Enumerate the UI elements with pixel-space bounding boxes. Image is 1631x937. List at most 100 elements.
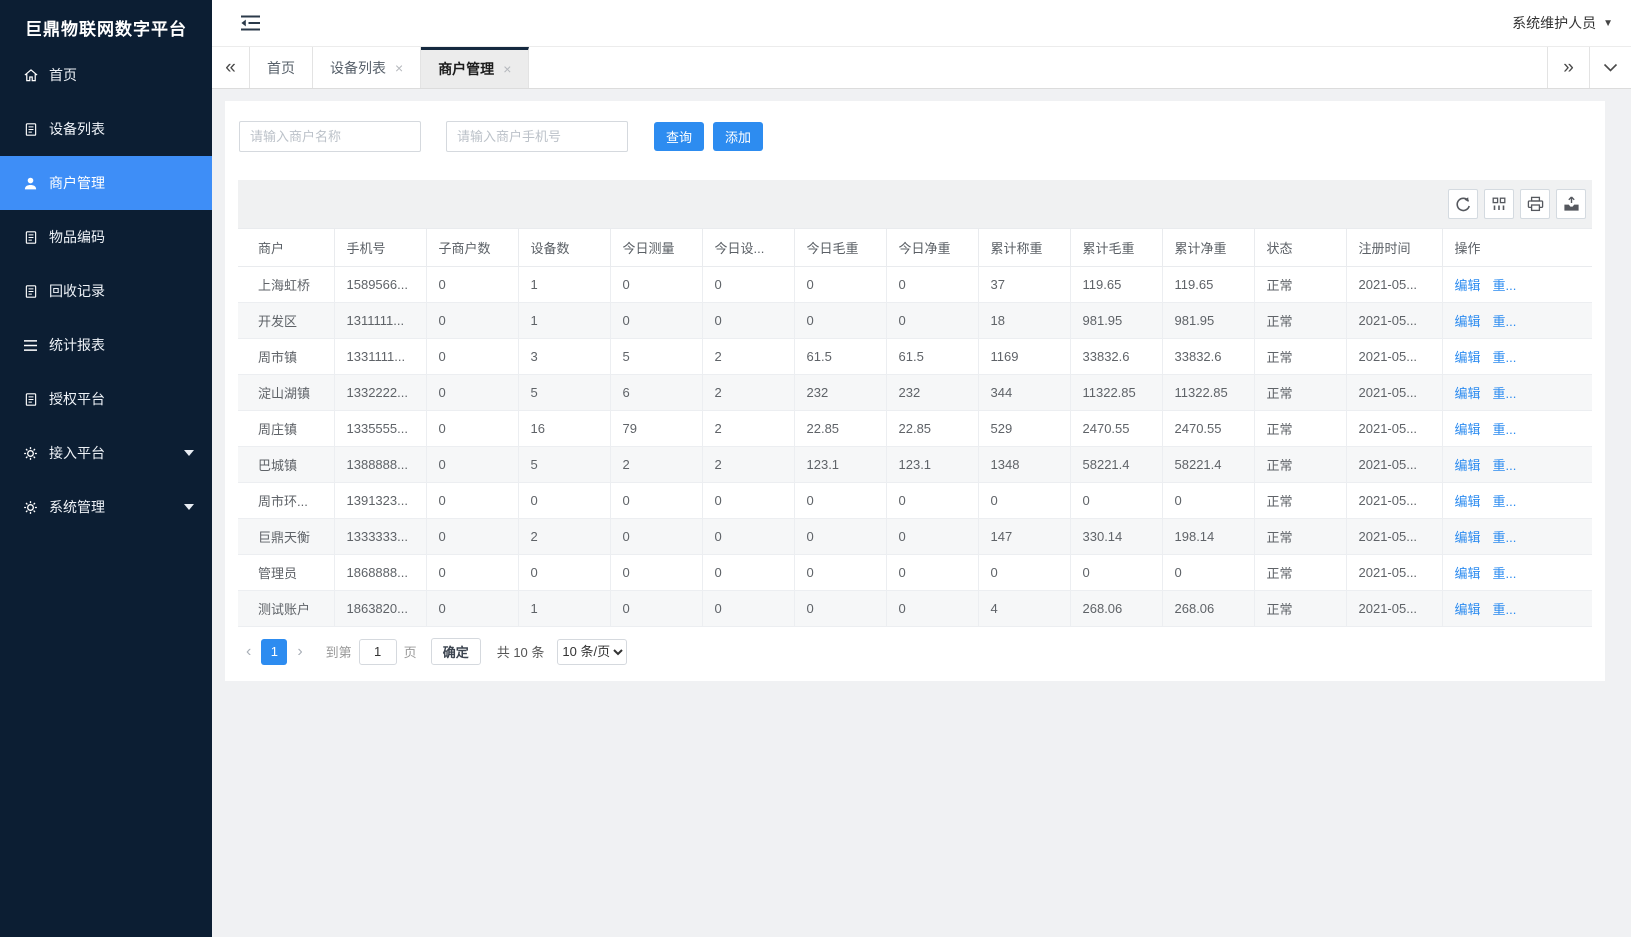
table-cell: 0 <box>426 519 518 555</box>
table-cell: 79 <box>610 411 702 447</box>
tab-home[interactable]: 首页 <box>250 47 313 88</box>
table-cell: 0 <box>978 483 1070 519</box>
page-number[interactable]: 1 <box>261 639 287 665</box>
add-button[interactable]: 添加 <box>713 122 763 151</box>
merchant-name-input[interactable] <box>239 121 421 152</box>
table-cell-actions: 编辑重... <box>1442 375 1592 411</box>
edit-link[interactable]: 编辑 <box>1455 566 1481 581</box>
column-header: 商户 <box>238 229 334 267</box>
sidebar-item-label: 统计报表 <box>49 335 105 355</box>
edit-link[interactable]: 编辑 <box>1455 278 1481 293</box>
page-size-select[interactable]: 10 条/页 <box>557 639 627 665</box>
edit-link[interactable]: 编辑 <box>1455 530 1481 545</box>
column-header: 设备数 <box>518 229 610 267</box>
table-cell: 5 <box>518 447 610 483</box>
table-cell: 22.85 <box>886 411 978 447</box>
table-cell: 268.06 <box>1162 591 1254 627</box>
confirm-button[interactable]: 确定 <box>431 638 481 665</box>
export-button[interactable] <box>1556 189 1586 219</box>
table-cell: 37 <box>978 267 1070 303</box>
edit-link[interactable]: 编辑 <box>1455 422 1481 437</box>
tabs-scroll-left-icon[interactable]: « <box>212 47 250 88</box>
table-cell: 0 <box>886 483 978 519</box>
caret-down-icon: ▼ <box>1603 18 1613 29</box>
table-cell: 0 <box>426 411 518 447</box>
sidebar-item-merchant-management[interactable]: 商户管理 <box>0 156 212 210</box>
table-cell: 0 <box>886 303 978 339</box>
print-button[interactable] <box>1520 189 1550 219</box>
reset-link[interactable]: 重... <box>1493 458 1517 473</box>
caret-down-icon <box>184 504 194 510</box>
reset-link[interactable]: 重... <box>1493 386 1517 401</box>
table-row: 上海虹桥1589566...01000037119.65119.65正常2021… <box>238 267 1592 303</box>
reset-link[interactable]: 重... <box>1493 422 1517 437</box>
reset-link[interactable]: 重... <box>1493 314 1517 329</box>
table-cell-actions: 编辑重... <box>1442 447 1592 483</box>
sidebar-item-item-code[interactable]: 物品编码 <box>0 210 212 264</box>
goto-page-input[interactable] <box>359 639 397 665</box>
table-row: 淀山湖镇1332222...056223223234411322.8511322… <box>238 375 1592 411</box>
table-row: 周市环...1391323...000000000正常2021-05...编辑重… <box>238 483 1592 519</box>
table-cell-actions: 编辑重... <box>1442 519 1592 555</box>
query-button[interactable]: 查询 <box>654 122 704 151</box>
edit-link[interactable]: 编辑 <box>1455 494 1481 509</box>
tab-device-list[interactable]: 设备列表× <box>313 47 421 88</box>
table-cell: 1388888... <box>334 447 426 483</box>
table-header-row: 商户手机号子商户数设备数今日测量今日设...今日毛重今日净重累计称重累计毛重累计… <box>238 229 1592 267</box>
table-cell: 981.95 <box>1070 303 1162 339</box>
table-cell: 0 <box>794 483 886 519</box>
column-header: 今日净重 <box>886 229 978 267</box>
app-title: 巨鼎物联网数字平台 <box>0 0 212 48</box>
table-cell: 测试账户 <box>238 591 334 627</box>
tabs-menu-chevron-icon[interactable] <box>1589 47 1631 88</box>
table-cell: 2021-05... <box>1346 303 1442 339</box>
table-cell: 正常 <box>1254 519 1346 555</box>
tabs-scroll-right-icon[interactable]: » <box>1547 47 1589 88</box>
table-cell: 0 <box>426 483 518 519</box>
sidebar-item-access-platform[interactable]: 接入平台 <box>0 426 212 480</box>
merchant-phone-input[interactable] <box>446 121 628 152</box>
edit-link[interactable]: 编辑 <box>1455 386 1481 401</box>
table-cell: 2 <box>702 339 794 375</box>
edit-link[interactable]: 编辑 <box>1455 350 1481 365</box>
user-menu[interactable]: 系统维护人员 ▼ <box>1512 13 1613 33</box>
table-cell: 0 <box>426 267 518 303</box>
reset-link[interactable]: 重... <box>1493 602 1517 617</box>
sidebar-item-statistics-report[interactable]: 统计报表 <box>0 318 212 372</box>
table-cell: 2021-05... <box>1346 411 1442 447</box>
sidebar-item-label: 授权平台 <box>49 389 105 409</box>
next-page-icon[interactable]: › <box>290 643 309 661</box>
table-cell: 2021-05... <box>1346 339 1442 375</box>
table-cell: 232 <box>794 375 886 411</box>
sidebar-item-recycle-records[interactable]: 回收记录 <box>0 264 212 318</box>
edit-link[interactable]: 编辑 <box>1455 314 1481 329</box>
reset-link[interactable]: 重... <box>1493 494 1517 509</box>
table-cell: 正常 <box>1254 339 1346 375</box>
reset-link[interactable]: 重... <box>1493 350 1517 365</box>
sidebar-fold-icon[interactable] <box>240 14 261 32</box>
search-row: 查询 添加 <box>238 101 1592 180</box>
column-header: 今日测量 <box>610 229 702 267</box>
tabbar: « 首页设备列表×商户管理× » <box>212 47 1631 89</box>
tab-merchant-management[interactable]: 商户管理× <box>421 47 529 88</box>
reset-link[interactable]: 重... <box>1493 566 1517 581</box>
sidebar-item-home[interactable]: 首页 <box>0 48 212 102</box>
sidebar-item-system-management[interactable]: 系统管理 <box>0 480 212 534</box>
prev-page-icon[interactable]: ‹ <box>239 643 258 661</box>
table-cell: 0 <box>426 339 518 375</box>
sidebar-item-device-list[interactable]: 设备列表 <box>0 102 212 156</box>
edit-link[interactable]: 编辑 <box>1455 602 1481 617</box>
tab-close-icon[interactable]: × <box>395 60 403 76</box>
table-cell: 11322.85 <box>1162 375 1254 411</box>
tab-close-icon[interactable]: × <box>503 61 511 77</box>
table-cell: 淀山湖镇 <box>238 375 334 411</box>
columns-button[interactable] <box>1484 189 1514 219</box>
reset-link[interactable]: 重... <box>1493 278 1517 293</box>
reset-link[interactable]: 重... <box>1493 530 1517 545</box>
table-cell: 16 <box>518 411 610 447</box>
edit-link[interactable]: 编辑 <box>1455 458 1481 473</box>
table-cell-actions: 编辑重... <box>1442 555 1592 591</box>
sidebar-item-authorized-platform[interactable]: 授权平台 <box>0 372 212 426</box>
refresh-button[interactable] <box>1448 189 1478 219</box>
table-cell: 正常 <box>1254 303 1346 339</box>
